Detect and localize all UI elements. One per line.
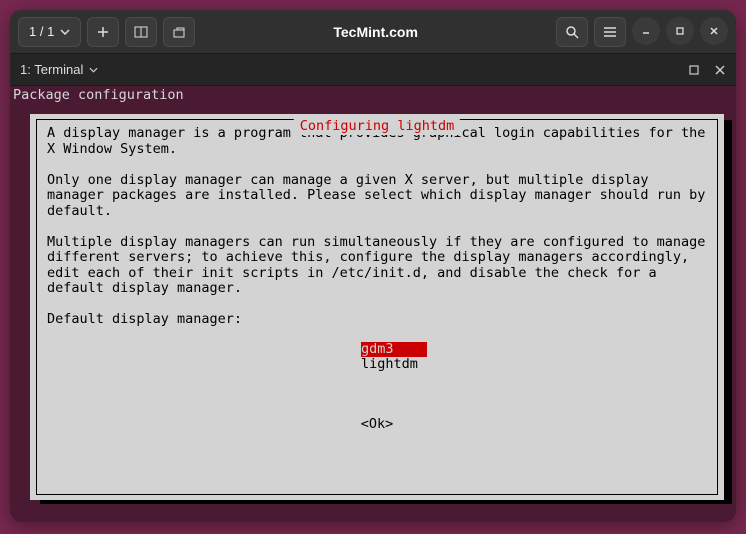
titlebar-right — [556, 17, 728, 47]
hamburger-icon — [603, 26, 617, 38]
tab-label: 1: Terminal — [20, 62, 83, 77]
new-tab-button[interactable] — [87, 17, 119, 47]
tab-counter[interactable]: 1 / 1 — [18, 17, 81, 47]
broadcast-button[interactable] — [163, 17, 195, 47]
search-button[interactable] — [556, 17, 588, 47]
tabbar: 1: Terminal — [10, 54, 736, 86]
dialog-title: Configuring lightdm — [294, 119, 460, 135]
minimize-button[interactable] — [632, 17, 660, 45]
split-icon — [134, 25, 148, 39]
window-title: TecMint.com — [201, 24, 550, 40]
ok-button[interactable]: <Ok> — [361, 416, 394, 432]
terminal-tab[interactable]: 1: Terminal — [20, 62, 98, 77]
broadcast-icon — [172, 25, 186, 39]
tab-maximize-icon[interactable] — [688, 64, 700, 76]
maximize-icon — [675, 26, 685, 36]
split-button[interactable] — [125, 17, 157, 47]
dialog-prompt: Default display manager: — [47, 311, 242, 327]
package-config-header: Package configuration — [13, 88, 733, 104]
terminal-viewport[interactable]: Package configuration Configuring lightd… — [10, 86, 736, 522]
close-button[interactable] — [700, 17, 728, 45]
titlebar: 1 / 1 TecMint.com — [10, 10, 736, 54]
dialog-para2: Only one display manager can manage a gi… — [47, 172, 713, 219]
menu-button[interactable] — [594, 17, 626, 47]
dialog-body: A display manager is a program that prov… — [37, 120, 717, 438]
tabbar-right — [688, 64, 726, 76]
chevron-down-icon — [60, 29, 70, 35]
chevron-down-icon — [89, 67, 98, 73]
option-list: gdm3lightdm — [361, 342, 707, 373]
option-lightdm[interactable]: lightdm — [361, 357, 427, 373]
minimize-icon — [641, 26, 651, 36]
close-icon — [709, 26, 719, 36]
config-dialog: Configuring lightdm A display manager is… — [30, 114, 724, 500]
plus-icon — [97, 26, 109, 38]
tab-counter-label: 1 / 1 — [29, 24, 54, 39]
search-icon — [565, 25, 579, 39]
option-gdm3[interactable]: gdm3 — [361, 342, 427, 358]
tab-close-icon[interactable] — [714, 64, 726, 76]
app-window: 1 / 1 TecMint.com — [10, 10, 736, 522]
maximize-button[interactable] — [666, 17, 694, 45]
dialog-border: Configuring lightdm A display manager is… — [36, 119, 718, 495]
dialog-para3: Multiple display managers can run simult… — [47, 234, 713, 297]
